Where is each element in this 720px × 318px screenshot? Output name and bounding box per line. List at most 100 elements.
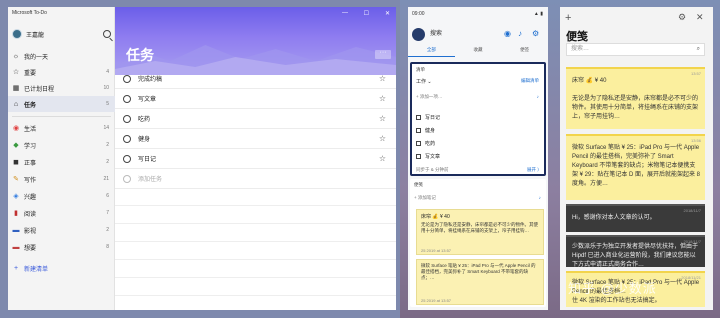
- star-icon[interactable]: ☆: [379, 94, 386, 103]
- search-placeholder: 搜索…: [571, 46, 590, 52]
- checkbox-circle[interactable]: [123, 134, 131, 143]
- settings-icon[interactable]: ⚙: [532, 29, 539, 38]
- app-logo: [412, 28, 425, 41]
- note-item[interactable]: 床帘 💰 ¥ 40 无论是为了隐私还是安静，床帘都是必不可少的物件。其使用十分简…: [416, 209, 544, 255]
- divider: [115, 223, 396, 224]
- star-icon[interactable]: ☆: [379, 114, 386, 123]
- pencil-icon: ✎: [13, 176, 19, 183]
- star-icon[interactable]: ☆: [379, 74, 386, 83]
- search-icon[interactable]: [103, 30, 111, 38]
- checkbox-circle[interactable]: [123, 74, 131, 83]
- list-item[interactable]: 写日记: [416, 114, 440, 121]
- minimize-button[interactable]: —: [342, 10, 348, 16]
- add-item-input[interactable]: + 添加一项…: [416, 94, 442, 100]
- expand-link[interactable]: 展开 ⟩: [527, 167, 539, 173]
- more-options-button[interactable]: ···: [375, 49, 391, 59]
- search-icon[interactable]: ⌕: [697, 44, 700, 55]
- checkbox[interactable]: [416, 141, 421, 146]
- card-header: 便笺: [414, 182, 423, 187]
- mic-icon[interactable]: ♪: [518, 29, 522, 38]
- sidebar-list-writing[interactable]: ✎ 写作 21: [8, 171, 115, 187]
- sidebar-list-reading[interactable]: ▮ 阅读 7: [8, 205, 115, 221]
- sidebar-list-study[interactable]: ◆ 学习 2: [8, 137, 115, 153]
- sun-icon: ☼: [12, 52, 20, 60]
- list-banner: — ☐ ✕ 任务 ···: [115, 7, 396, 75]
- task-item[interactable]: 健身 ☆: [115, 129, 396, 149]
- phone-screen: 09:00 ▲ ▮ 搜索 ◉ ♪ ⚙ 全部 收藏 便签 清单 工作 ⌄ 编辑清单…: [408, 7, 548, 310]
- note-date: 25 2019 at 13:57: [421, 298, 452, 303]
- search-input[interactable]: 搜索… ⌕: [566, 43, 705, 56]
- note-date: 13:56: [690, 138, 701, 143]
- mic-icon[interactable]: ♪: [539, 195, 541, 200]
- checkbox-circle[interactable]: [123, 94, 131, 103]
- close-icon[interactable]: ✕: [696, 12, 704, 23]
- sticky-note[interactable]: 13:57 床帘 💰 ¥ 40 无论是为了隐私还是安静，床帘都是必不可少的物件。…: [566, 67, 705, 129]
- window-title: Microsoft To-Do: [12, 10, 47, 16]
- maximize-button[interactable]: ☐: [364, 10, 369, 17]
- note-text: Hi，感谢你对本人文章的认可。: [572, 215, 656, 221]
- note-text: 少数派乐于为独立开发者提供尽优扶持，但由于 Hipdf 已进入商业化运营阶段，我…: [572, 244, 699, 267]
- sticky-notes-window: + ⚙ ✕ 便笺 搜索… ⌕ 13:57 床帘 💰 ¥ 40 无论是为了隐私还是…: [560, 7, 713, 310]
- status-icons: ▲ ▮: [533, 11, 543, 17]
- user-profile[interactable]: 王嘉龍: [12, 29, 44, 39]
- sidebar-list-life[interactable]: ◉ 生活 14: [8, 120, 115, 136]
- note-body: 无论是为了隐私还是安静，床帘都是必不可少的物件。其使用十分简单，将挂绳系在床铺的…: [421, 222, 538, 233]
- list-item[interactable]: 健身: [416, 127, 435, 134]
- search-bar[interactable]: 搜索: [430, 28, 500, 41]
- avatar: [12, 29, 22, 39]
- divider: [115, 241, 396, 242]
- tab-all[interactable]: 全部: [408, 47, 455, 57]
- mic-icon[interactable]: ♪: [537, 94, 539, 99]
- watermark: 知乎 @少数派: [568, 281, 657, 296]
- divider: [115, 259, 396, 260]
- sticky-note[interactable]: 13:56 微软 Surface 笔贴 ¥ 25：iPad Pro 与一代 Ap…: [566, 134, 705, 200]
- sticky-note[interactable]: 2018/11/7 Hi，感谢你对本人文章的认可。: [566, 204, 705, 232]
- sidebar-item-planned[interactable]: ▦ 已计划日程 10: [8, 80, 115, 96]
- camera-icon[interactable]: ◉: [504, 29, 511, 38]
- add-note-input[interactable]: + 添加笔记: [414, 195, 436, 201]
- star-icon: ☆: [12, 69, 20, 76]
- add-task-input[interactable]: 添加任务: [115, 169, 396, 189]
- note-text: 床帘 💰 ¥ 40 无论是为了隐私还是安静，床帘都是必不可少的物件。其使用十分简…: [572, 78, 699, 120]
- list-title: 任务: [126, 47, 154, 63]
- sidebar: Microsoft To-Do 王嘉龍 ☼ 我的一天 ☆ 重要 4 ▦ 已计划日…: [8, 7, 115, 310]
- checkbox-circle[interactable]: [123, 154, 131, 163]
- tab-notes[interactable]: 便签: [501, 47, 548, 57]
- star-icon[interactable]: ☆: [379, 154, 386, 163]
- sidebar-item-tasks[interactable]: ⌂ 任务 5: [8, 96, 115, 112]
- sticky-note[interactable]: 2018/11/7 少数派乐于为独立开发者提供尽优扶持，但由于 Hipdf 已进…: [566, 235, 705, 267]
- checkbox-circle[interactable]: [123, 114, 131, 123]
- list-selector[interactable]: 工作 ⌄: [416, 78, 432, 85]
- list-item[interactable]: 写文章: [416, 153, 440, 160]
- star-icon[interactable]: ☆: [379, 134, 386, 143]
- gear-icon[interactable]: ⚙: [678, 12, 686, 23]
- task-item[interactable]: 吃药 ☆: [115, 109, 396, 129]
- edit-list-link[interactable]: 编辑清单: [521, 78, 539, 84]
- note-item[interactable]: 微软 Surface 笔贴 ¥ 25：iPad Pro 与一代 Apple Pe…: [416, 259, 544, 305]
- sidebar-list-movies[interactable]: ▬ 影视 2: [8, 222, 115, 238]
- sidebar-list-work[interactable]: ◼ 正事 2: [8, 154, 115, 170]
- list-icon: ◈: [13, 193, 19, 200]
- book-icon: ▮: [14, 210, 18, 217]
- close-button[interactable]: ✕: [385, 10, 390, 17]
- task-item[interactable]: 写日记 ☆: [115, 149, 396, 169]
- list-item[interactable]: 吃药: [416, 140, 435, 147]
- list-icon: ◉: [12, 125, 20, 132]
- task-item[interactable]: 完成约稿 ☆: [115, 69, 396, 89]
- note-date: 25 2019 at 13:57: [421, 248, 452, 253]
- new-list-button[interactable]: + 新建清单: [8, 260, 115, 276]
- sidebar-list-interest[interactable]: ◈ 兴趣 6: [8, 188, 115, 204]
- status-time: 09:00: [412, 11, 425, 17]
- task-item[interactable]: 写文章 ☆: [115, 89, 396, 109]
- checkbox[interactable]: [416, 128, 421, 133]
- add-note-button[interactable]: +: [565, 12, 571, 24]
- notes-card: 便笺 + 添加笔记 ♪ 床帘 💰 ¥ 40 无论是为了隐私还是安静，床帘都是必不…: [410, 179, 546, 307]
- todo-card: 清单 工作 ⌄ 编辑清单 + 添加一项… ♪ 写日记 健身 吃药 写文章 同步于…: [410, 62, 546, 176]
- list-icon: ▬: [12, 243, 20, 251]
- sidebar-list-wants[interactable]: ▬ 想要 8: [8, 239, 115, 255]
- checkbox[interactable]: [416, 154, 421, 159]
- sidebar-item-my-day[interactable]: ☼ 我的一天: [8, 48, 115, 64]
- tab-favorites[interactable]: 收藏: [455, 47, 502, 57]
- checkbox[interactable]: [416, 115, 421, 120]
- sidebar-item-important[interactable]: ☆ 重要 4: [8, 64, 115, 80]
